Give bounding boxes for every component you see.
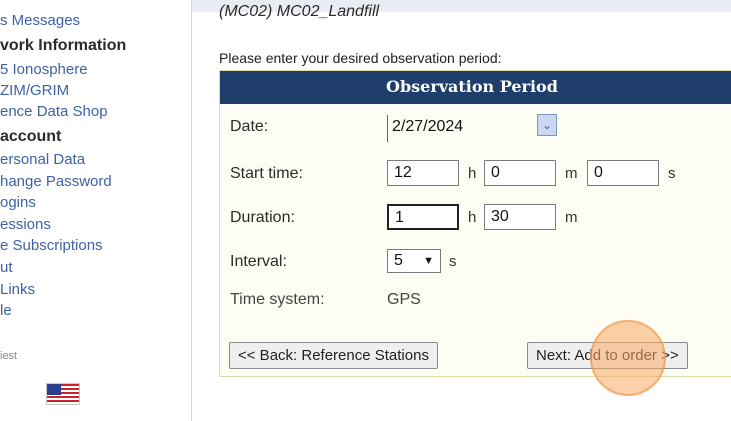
sidebar-link-sessions[interactable]: essions [0,216,51,234]
time-system-label: Time system: [230,291,325,308]
sidebar-link-change-password[interactable]: hange Password [0,173,112,191]
duration-minutes-unit: m [565,209,578,226]
start-hours-input[interactable]: 12 [387,160,459,186]
chevron-down-icon[interactable]: ⌄ [537,114,557,136]
start-hours-unit: h [468,165,477,182]
observation-period-panel: Observation Period Date: 2/27/2024 ⌄ Sta… [219,70,731,377]
interval-unit: s [449,253,457,270]
sidebar-link-reference-data-shop[interactable]: ence Data Shop [0,103,108,121]
chevron-down-icon: ▼ [423,255,434,267]
duration-minutes-input[interactable]: 30 [484,204,556,230]
time-system-value: GPS [387,291,421,308]
interval-select-value: 5 [394,252,403,269]
back-button[interactable]: << Back: Reference Stations [229,342,438,369]
us-flag-stripes [47,384,79,404]
start-seconds-unit: s [668,165,676,182]
interval-label: Interval: [230,253,287,270]
instruction-text: Please enter your desired observation pe… [219,50,502,66]
duration-label: Duration: [230,209,295,226]
sidebar-link-zim-grim[interactable]: ZIM/GRIM [0,82,69,100]
sidebar-link-ionosphere[interactable]: 5 Ionosphere [0,61,88,79]
next-add-to-order-button[interactable]: Next: Add to order >> [527,342,688,369]
date-field[interactable]: 2/27/2024 [387,115,557,142]
sidebar-link-logout[interactable]: ut [0,259,13,277]
start-minutes-unit: m [565,165,578,182]
interval-select[interactable]: 5 ▼ [387,249,441,273]
start-minutes-input[interactable]: 0 [484,160,556,186]
sidebar-guest-label: iest [0,350,18,362]
sidebar-link-messages[interactable]: s Messages [0,12,80,30]
sidebar-link-logins[interactable]: ogins [0,194,36,212]
duration-hours-unit: h [468,209,477,226]
sidebar-link-personal-data[interactable]: ersonal Data [0,151,85,169]
page-title: (MC02) MC02_Landfill [219,3,380,20]
sidebar-header-account: account [0,128,62,145]
sidebar-nav: s Messages vork Information 5 Ionosphere… [0,0,192,421]
start-seconds-input[interactable]: 0 [587,160,659,186]
panel-header: Observation Period [220,71,731,104]
sidebar-link-profile[interactable]: le [0,302,12,320]
panel-title: Observation Period [386,77,558,96]
sidebar-link-links[interactable]: Links [0,281,35,299]
us-flag-icon[interactable] [46,383,80,405]
sidebar-header-network-information: vork Information [0,37,127,54]
date-label: Date: [230,118,269,135]
start-time-label: Start time: [230,165,303,182]
sidebar-link-subscriptions[interactable]: e Subscriptions [0,237,103,255]
duration-hours-input[interactable]: 1 [387,204,459,230]
